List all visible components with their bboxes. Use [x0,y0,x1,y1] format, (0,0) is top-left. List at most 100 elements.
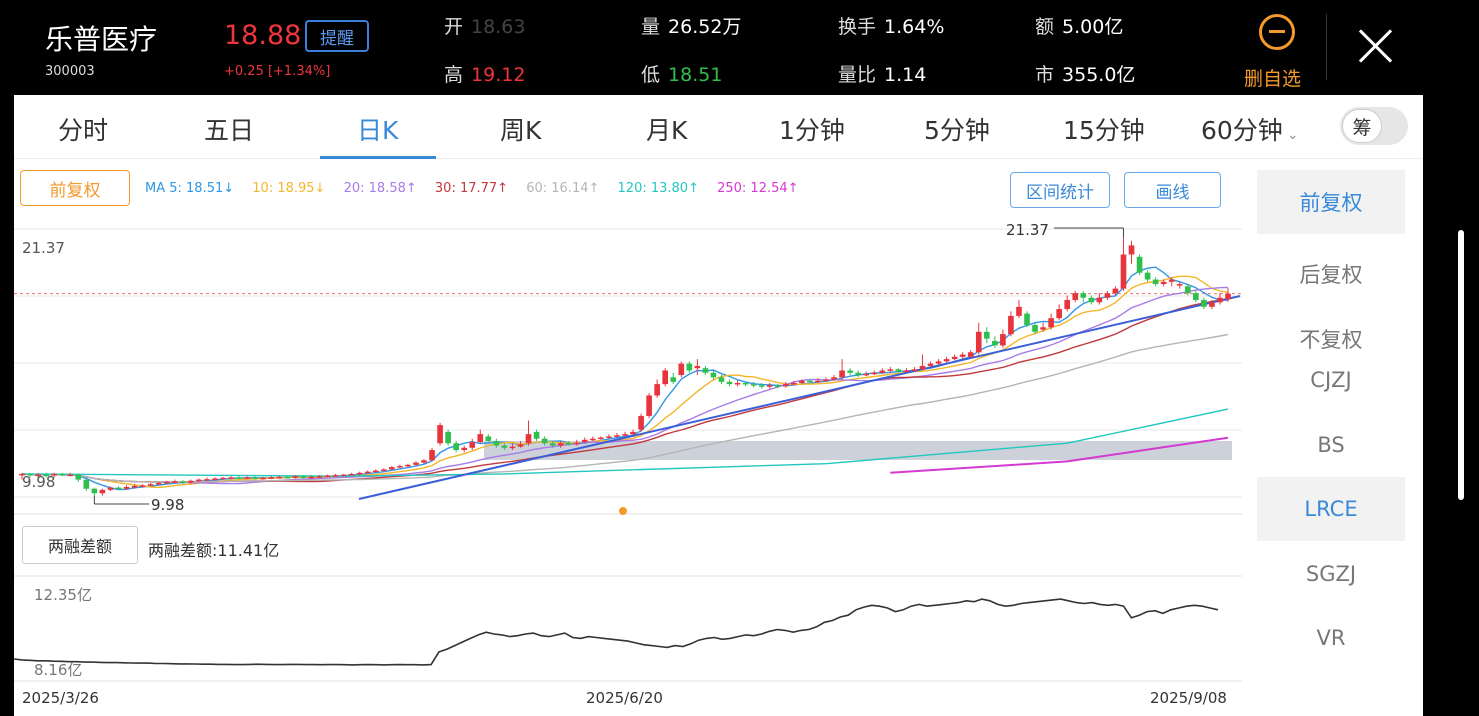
candle-body [992,340,998,346]
low-marker-label: 9.98 [151,496,185,514]
tab-daily-k[interactable]: 日K [357,111,398,147]
side-item-cjzj[interactable]: CJZJ [1257,348,1405,412]
candle-body [477,434,484,443]
candle-body [340,474,347,477]
candle-body [292,476,299,478]
tab-5min[interactable]: 5分钟 [924,111,990,147]
candle-body [123,486,130,489]
candle-body [485,436,492,441]
candle-body [147,484,154,486]
chevron-down-icon: ⌄ [1286,127,1299,143]
candle-body [831,377,837,380]
candle-body [163,481,170,484]
side-item-vr[interactable]: VR [1257,606,1405,670]
candle-body [718,377,725,382]
quote-open: 开 18.63 [444,16,526,38]
candle-body [316,476,323,478]
candle-body [646,395,652,416]
candle-body [710,372,717,378]
candle-body [1152,279,1159,285]
candle-body [863,373,870,376]
side-item-no-adjust[interactable]: 不复权 [1257,314,1405,350]
chart-area: 前复权 MA 5: 18.51↓ 10: 18.95↓ 20: 18.58↑ 3… [14,159,1242,716]
date-end: 2025/9/08 [1150,689,1227,707]
side-item-bs[interactable]: BS [1257,413,1405,477]
candle-body [1056,309,1062,319]
tab-60min[interactable]: 60分钟 ⌄ [1201,111,1299,147]
tab-five-day[interactable]: 五日 [204,111,254,147]
side-item-forward-adjust[interactable]: 前复权 [1257,170,1405,234]
margin-diff-line [14,598,1219,666]
tab-weekly-k[interactable]: 周K [500,111,541,147]
candle-body [807,380,813,383]
candle-body [1080,293,1087,298]
date-start: 2025/3/26 [22,689,99,707]
tab-1min[interactable]: 1分钟 [779,111,845,147]
tab-intraday[interactable]: 分时 [58,111,108,147]
trend-line [358,295,1241,500]
candlestick-chart[interactable] [14,159,1242,716]
side-scrollbar[interactable] [1458,230,1464,500]
candle-body [1016,306,1022,316]
alert-button[interactable]: 提醒 [305,20,369,52]
candle-body [429,450,435,461]
last-price: 18.88 [224,20,302,51]
candle-body [606,436,612,438]
candle-body [372,470,379,473]
candle-body [1225,293,1231,300]
candle-body [252,477,258,479]
high-marker-label: 21.37 [1006,221,1049,239]
side-item-sgzj[interactable]: SGZJ [1257,542,1405,606]
candle-body [155,483,162,485]
candle-body [517,444,524,447]
chip-distribution-toggle[interactable]: 筹 [1340,107,1408,145]
candle-body [590,438,596,441]
close-icon[interactable] [1356,26,1396,66]
candle-body [348,473,355,476]
candle-body [171,481,178,483]
quote-high: 高 19.12 [444,64,526,86]
candle-body [1072,293,1079,300]
tab-15min[interactable]: 15分钟 [1063,111,1145,147]
quote-low: 低 18.51 [641,64,723,86]
header-divider [1326,14,1327,80]
tab-monthly-k[interactable]: 月K [646,111,687,147]
candle-body [702,368,709,373]
side-item-lrce[interactable]: LRCE [1257,477,1405,541]
candle-body [967,352,974,357]
candle-body [413,462,419,465]
candle-body [469,442,476,448]
candle-body [308,476,315,479]
candle-body [1217,297,1223,303]
candle-body [1144,272,1151,280]
candle-body [276,476,283,479]
price-axis-top: 21.37 [22,239,65,257]
candle-body [638,415,644,430]
candle-body [871,372,878,375]
candle-body [573,442,580,445]
candle-body [1128,245,1135,255]
candle-body [364,471,371,474]
candle-body [951,356,958,360]
candle-body [356,472,363,475]
side-item-backward-adjust[interactable]: 后复权 [1257,242,1405,306]
candle-body [694,365,701,369]
candle-body [1160,281,1167,285]
candle-body [678,363,685,376]
candle-body [525,434,532,444]
candle-body [581,439,588,443]
candle-body [324,475,331,478]
candle-body [389,467,395,470]
candle-body [501,445,508,448]
candle-body [1040,327,1046,330]
chart-panel: 分时 五日 日K 周K 月K 1分钟 5分钟 15分钟 60分钟 ⌄ 筹 前复权 … [14,95,1423,716]
candle-body [380,469,387,471]
quote-amount: 额 5.00亿 [1035,16,1124,38]
candle-body [332,475,339,477]
candle-body [598,437,604,440]
candle-body [895,369,902,372]
margin-diff-button[interactable]: 两融差额 [22,526,138,564]
remove-watchlist-button[interactable]: 删自选 [1240,12,1316,90]
price-axis-bottom: 9.98 [22,473,56,491]
candle-body [557,443,564,446]
